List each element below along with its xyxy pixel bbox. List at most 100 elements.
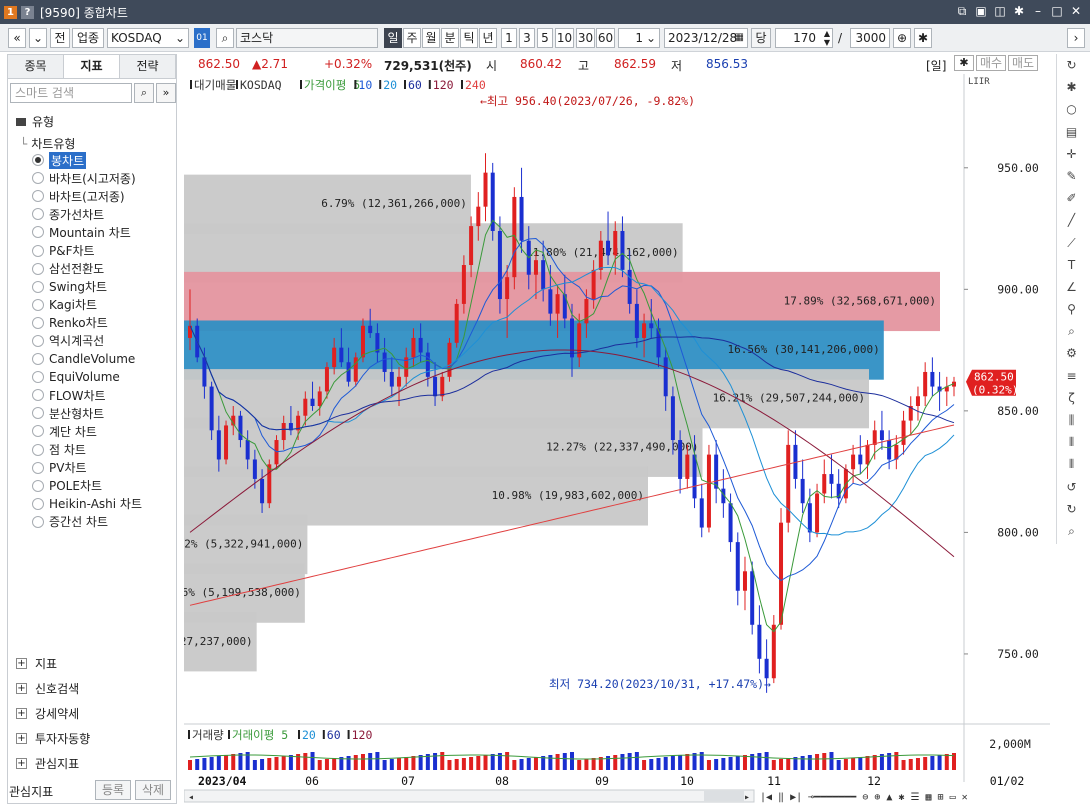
zoom-icon[interactable]: ⚲ — [1057, 298, 1086, 320]
register-button[interactable]: 등록 — [95, 780, 131, 800]
buy-button[interactable]: 매수 — [976, 55, 1006, 71]
market-select[interactable]: KOSDAQ ⌄ — [107, 28, 189, 48]
chart-type-item[interactable]: Kagi차트 — [32, 296, 142, 314]
pencil-icon[interactable]: ✐ — [1057, 187, 1086, 209]
chevron-down-icon[interactable]: ⌄ — [29, 28, 47, 48]
collapse-icon[interactable]: › — [1067, 28, 1085, 48]
chart-type-item[interactable]: PV차트 — [32, 459, 142, 477]
fibonacci-icon[interactable]: ≡ — [1057, 365, 1086, 387]
undo-icon[interactable]: ↺ — [1057, 476, 1086, 498]
radio-icon[interactable] — [32, 425, 44, 438]
radio-icon[interactable] — [32, 226, 44, 239]
magnifier-icon[interactable]: ⌕ — [1057, 320, 1086, 342]
chart-type-item[interactable]: Mountain 차트 — [32, 223, 142, 241]
upjong-button[interactable]: 업종 — [72, 28, 104, 48]
day-indicator[interactable]: [일] — [926, 57, 946, 74]
radio-icon[interactable] — [32, 515, 44, 528]
acc-favorite[interactable]: + 관심지표 — [16, 755, 79, 772]
chart-type-item[interactable]: POLE차트 — [32, 477, 142, 495]
period-week[interactable]: 주 — [403, 28, 421, 48]
grid-icon[interactable]: ⦀ — [1057, 431, 1086, 453]
circle-icon[interactable]: ○ — [1057, 98, 1086, 120]
period-tick[interactable]: 틱 — [460, 28, 478, 48]
period-minute[interactable]: 분 — [441, 28, 459, 48]
gear-icon[interactable]: ✱ — [914, 28, 932, 48]
date-field[interactable]: 2023/12/28 ▦ — [664, 28, 748, 48]
radio-icon[interactable] — [32, 172, 44, 185]
chart-area[interactable]: 6.79% (12,361,266,000) 11.80% (21,474,162… — [114, 74, 1050, 804]
zigzag-icon[interactable]: ζ — [1057, 387, 1086, 409]
delete-button[interactable]: 삭제 — [135, 780, 171, 800]
acc-strength[interactable]: + 강세약세 — [16, 705, 79, 722]
sell-button[interactable]: 매도 — [1008, 55, 1038, 71]
total-field[interactable]: 3000 — [850, 28, 890, 48]
search-icon[interactable]: ⌕ — [1057, 520, 1086, 542]
chart-type-item[interactable]: Renko차트 — [32, 314, 142, 332]
radio-icon[interactable] — [32, 353, 44, 366]
chart-type-item[interactable]: 바차트(고저종) — [32, 187, 142, 205]
period-year[interactable]: 년 — [479, 28, 497, 48]
interval-1[interactable]: 1 — [501, 28, 517, 48]
interval-3[interactable]: 3 — [519, 28, 535, 48]
chart-type-item[interactable]: 계단 차트 — [32, 422, 142, 440]
interval-10[interactable]: 10 — [555, 28, 574, 48]
chart-type-item[interactable]: EquiVolume — [32, 368, 142, 386]
smart-search-input[interactable]: 스마트 검색 — [10, 83, 132, 103]
chart-type-item[interactable]: 증간선 차트 — [32, 513, 142, 531]
period-month[interactable]: 월 — [422, 28, 440, 48]
chart-type-item[interactable]: 바차트(시고저종) — [32, 169, 142, 187]
text-icon[interactable]: T — [1057, 254, 1086, 276]
link-icon[interactable]: ⧉ — [954, 3, 970, 19]
radio-icon[interactable] — [32, 389, 44, 402]
radio-icon[interactable] — [32, 443, 44, 456]
pen-icon[interactable]: ✎ — [1057, 165, 1086, 187]
radio-icon[interactable] — [32, 407, 44, 420]
tab-strategy[interactable]: 전략 — [120, 55, 176, 78]
chart-type-item[interactable]: P&F차트 — [32, 241, 142, 259]
period-day[interactable]: 일 — [384, 28, 402, 48]
search-icon[interactable]: ⌕ — [216, 28, 234, 48]
settings-icon[interactable]: ✱ — [1011, 3, 1027, 19]
radio-icon[interactable] — [32, 208, 44, 221]
jeon-button[interactable]: 전 — [50, 28, 70, 48]
crosshair-icon[interactable]: ✛ — [1057, 143, 1086, 165]
tab-indicator[interactable]: 지표 — [64, 55, 120, 78]
gear-icon[interactable]: ✱ — [1057, 76, 1086, 98]
interval-60[interactable]: 60 — [596, 28, 615, 48]
radio-icon[interactable] — [32, 461, 44, 474]
chart-type-item[interactable]: CandleVolume — [32, 350, 142, 368]
count-stepper[interactable]: 170 ▲ ▼ — [775, 28, 833, 48]
symbol-name-field[interactable]: 코스닥 — [236, 28, 378, 48]
close-icon[interactable]: ✕ — [1068, 3, 1084, 19]
radio-icon[interactable] — [32, 479, 44, 492]
chart-type-item[interactable]: Swing차트 — [32, 278, 142, 296]
expand-icon[interactable]: » — [156, 83, 176, 103]
interval-5[interactable]: 5 — [537, 28, 553, 48]
radio-icon[interactable] — [32, 262, 44, 275]
subgroup-chart-type[interactable]: └ 차트유형 — [20, 135, 75, 152]
zoom-in-icon[interactable]: ⊕ — [893, 28, 911, 48]
radio-icon[interactable] — [32, 280, 44, 293]
chart-type-item[interactable]: Heikin-Ashi 차트 — [32, 495, 142, 513]
auto-line-icon[interactable]: ⟋ — [1057, 232, 1086, 254]
price-chart[interactable]: 6.79% (12,361,266,000)11.80% (21,474,162… — [114, 74, 1050, 804]
minimize-icon[interactable]: – — [1030, 3, 1046, 19]
radio-icon[interactable] — [32, 334, 44, 347]
radio-icon[interactable] — [32, 244, 44, 257]
save-icon[interactable]: ▣ — [973, 3, 989, 19]
radio-icon[interactable] — [32, 371, 44, 384]
gann-icon[interactable]: ⫼ — [1057, 409, 1086, 431]
interval-30[interactable]: 30 — [576, 28, 595, 48]
acc-indicator[interactable]: + 지표 — [16, 655, 57, 672]
unit-select[interactable]: 1 ⌄ — [618, 28, 660, 48]
chart-type-item[interactable]: 봉차트 — [32, 151, 142, 169]
chart-type-item[interactable]: 삼선전환도 — [32, 260, 142, 278]
refresh-icon[interactable]: ↻ — [1057, 54, 1086, 76]
chart-type-item[interactable]: 분산형차트 — [32, 404, 142, 422]
angle-icon[interactable]: ∠ — [1057, 276, 1086, 298]
radio-icon[interactable] — [32, 190, 44, 203]
radio-icon[interactable] — [32, 298, 44, 311]
screenshot-icon[interactable]: ◫ — [992, 3, 1008, 19]
calendar-icon[interactable]: ▦ — [735, 29, 744, 47]
columns-icon[interactable]: ⦀ — [1057, 453, 1086, 475]
